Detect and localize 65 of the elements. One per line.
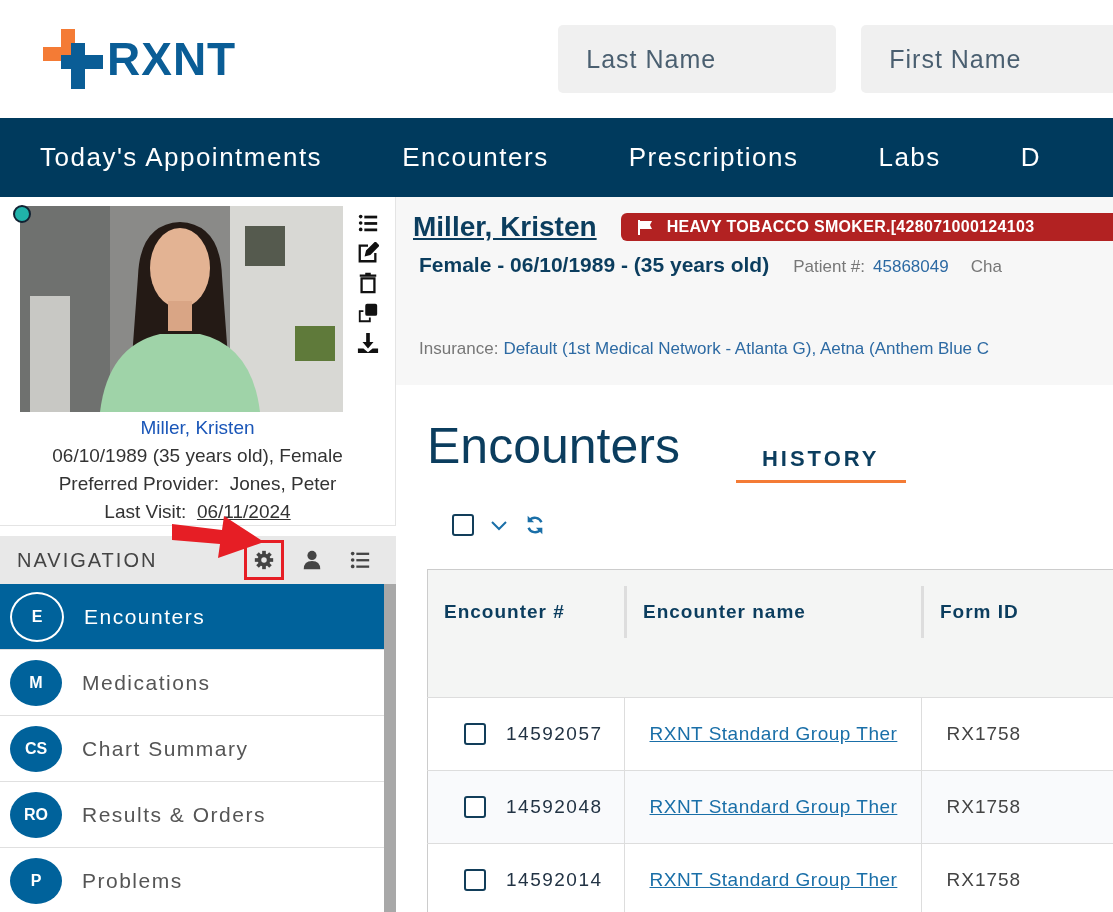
initials-badge: CS <box>10 725 62 772</box>
menu-item[interactable]: D <box>1020 142 1042 173</box>
nav-item-label: Encounters <box>84 604 206 629</box>
download-icon[interactable] <box>357 332 379 354</box>
table-cell-text: RX1758 <box>945 869 1022 890</box>
nav-item[interactable]: CS Chart Summary <box>0 716 384 782</box>
menu-item[interactable]: Today's Appointments <box>40 142 323 173</box>
chart-label: Cha <box>970 257 1002 277</box>
nav-item[interactable]: RO Results & Orders <box>0 782 384 848</box>
patient-name-link[interactable]: Miller, Kristen <box>140 414 255 442</box>
person-icon[interactable] <box>301 549 323 571</box>
list-icon[interactable] <box>349 549 371 571</box>
list-icon[interactable] <box>357 212 379 234</box>
search-field[interactable]: First Name <box>861 25 1113 93</box>
last-visit: Last Visit: 06/11/2024 <box>104 500 291 524</box>
settings-icon[interactable] <box>254 550 274 570</box>
column-header: Encounter name <box>643 601 806 623</box>
patient-details: 06/10/1989 (35 years old), Female <box>52 444 343 468</box>
initials-badge: M <box>10 659 62 706</box>
flag-icon <box>636 219 653 235</box>
nav-item[interactable]: P Problems <box>0 848 384 912</box>
initials-badge: P <box>10 857 62 904</box>
encounter-link[interactable]: RXNT Standard Group Ther <box>625 723 898 744</box>
alert-text: HEAVY TOBACCO SMOKER.[428071000124103 <box>666 218 1035 236</box>
table-cell: 14592048 <box>506 796 603 818</box>
nav-item[interactable]: E Encounters <box>0 584 384 650</box>
search-field[interactable]: Last Name <box>558 25 837 93</box>
preferred-provider: Preferred Provider: Jones, Peter <box>58 472 337 496</box>
insurance-label: Insurance: <box>419 339 499 359</box>
logo-text: RXNT <box>107 32 237 86</box>
column-header: Encounter # <box>444 601 565 623</box>
chevron-down-icon[interactable] <box>490 519 508 531</box>
nav-item[interactable]: M Medications <box>0 650 384 716</box>
row-checkbox[interactable] <box>464 796 486 818</box>
row-checkbox[interactable] <box>464 723 486 745</box>
initials-badge: RO <box>10 791 62 838</box>
menu-item[interactable]: Prescriptions <box>628 142 799 173</box>
row-checkbox[interactable] <box>464 869 486 891</box>
menu-item[interactable]: Encounters <box>402 142 549 173</box>
tab[interactable]: HISTORY <box>735 446 906 483</box>
scrollbar[interactable] <box>384 584 396 912</box>
trash-icon[interactable] <box>357 272 379 294</box>
table-cell: 14592057 <box>506 723 603 745</box>
select-all-checkbox[interactable] <box>452 514 474 536</box>
page-title: Encounters <box>427 417 680 475</box>
nav-item-label: Chart Summary <box>82 736 249 761</box>
navigation-title: NAVIGATION <box>17 548 159 572</box>
table-cell-text: RX1758 <box>945 796 1022 817</box>
logo-icon <box>43 29 103 89</box>
edit-icon[interactable] <box>357 242 379 264</box>
menu-item[interactable]: Labs <box>878 142 941 173</box>
nav-item-label: Problems <box>82 868 183 893</box>
patient-number-label: Patient #: <box>793 257 866 277</box>
initials-badge: E <box>10 591 64 642</box>
table-cell-text: RX1758 <box>945 723 1022 744</box>
nav-item-label: Results & Orders <box>82 802 266 827</box>
patient-number: 45868049 <box>873 257 949 277</box>
table-cell: 14592014 <box>506 869 603 891</box>
nav-item-label: Medications <box>82 670 211 695</box>
insurance-value: Default (1st Medical Network - Atlanta G), Aetna (Anthem Blue C <box>503 339 990 359</box>
patient-summary: Female - 06/10/1989 - (35 years old) <box>419 253 770 277</box>
patient-name-link[interactable]: Miller, Kristen <box>413 211 597 243</box>
encounter-link[interactable]: RXNT Standard Group Ther <box>625 869 898 890</box>
column-header: Form ID <box>940 601 1019 623</box>
copy-icon[interactable] <box>357 302 379 324</box>
